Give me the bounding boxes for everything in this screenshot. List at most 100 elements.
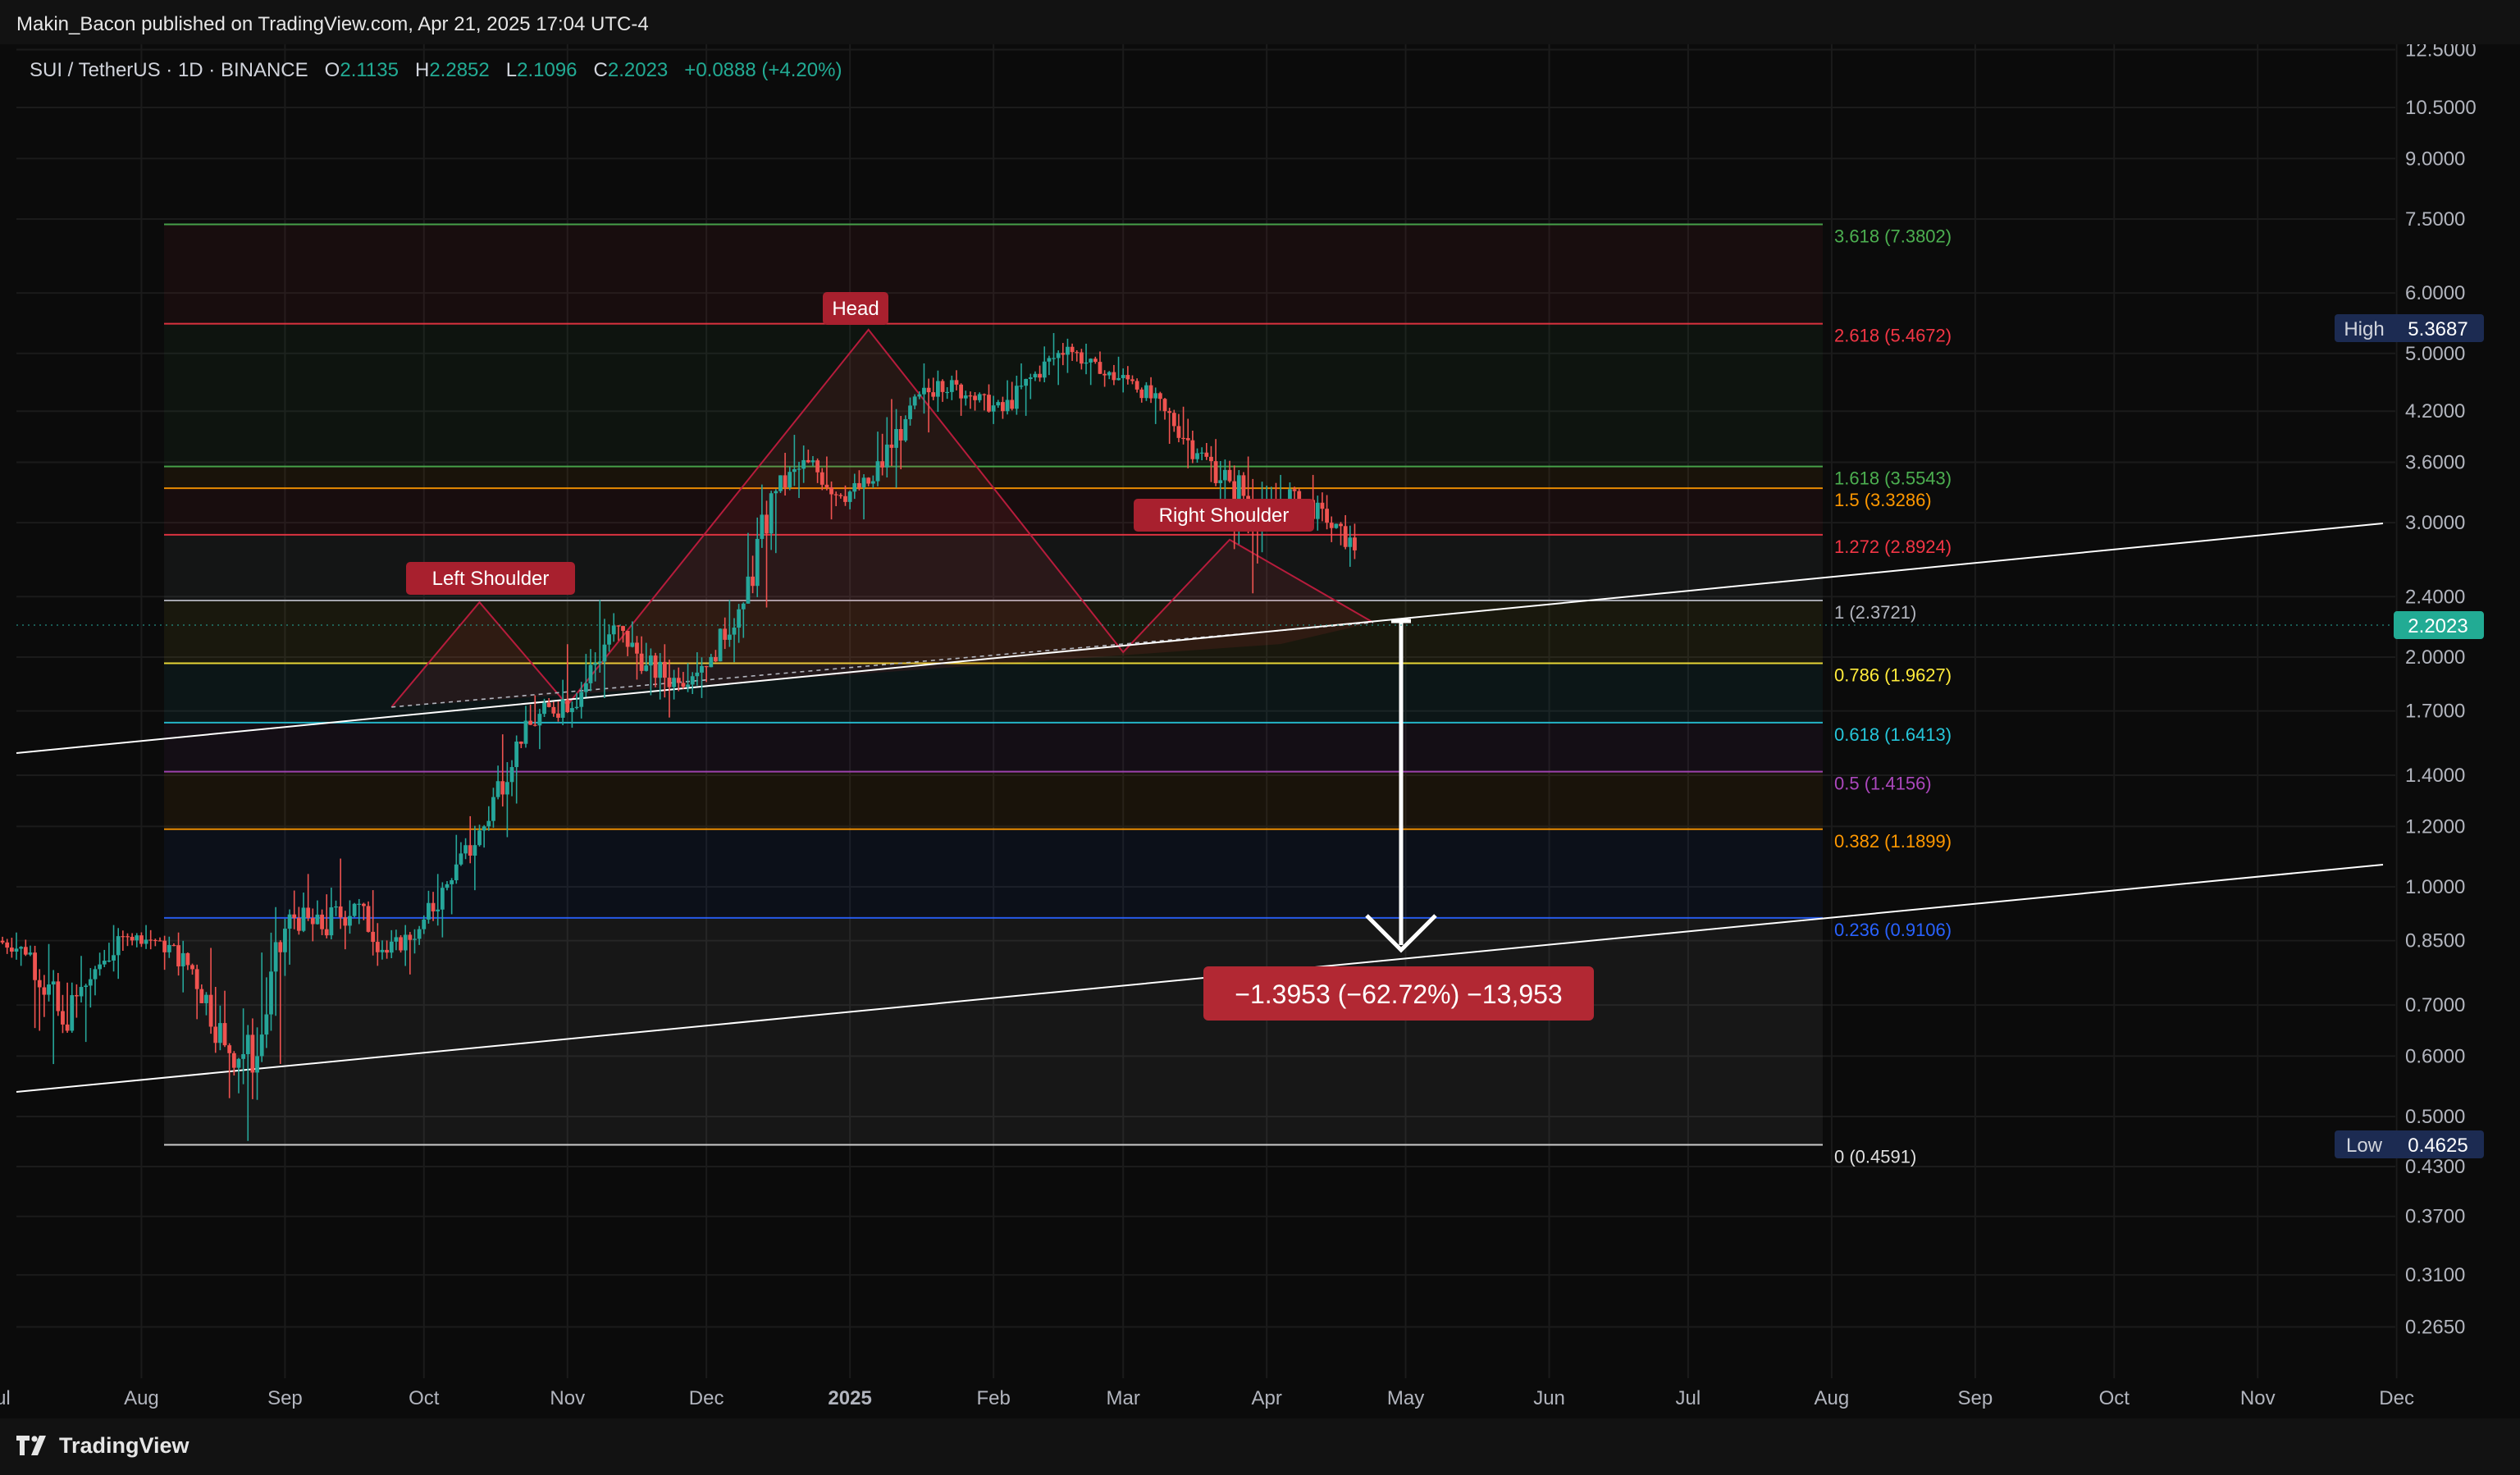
candle-body bbox=[495, 781, 500, 797]
fib-level-label: 1.5 (3.3286) bbox=[1834, 490, 1932, 510]
price-tick-label: 6.0000 bbox=[2405, 282, 2465, 304]
candle-body bbox=[5, 942, 10, 948]
chart-area[interactable]: −1.3953 (−62.72%) −13,953 12.5000 10.5000… bbox=[0, 44, 2520, 1418]
price-tick-label: 4.2000 bbox=[2405, 400, 2465, 422]
candle-body bbox=[427, 902, 431, 920]
symbol-legend[interactable]: SUI / TetherUS · 1D · BINANCE O2.1135 H2… bbox=[30, 59, 842, 82]
candle-body bbox=[908, 405, 912, 419]
candle-body bbox=[348, 916, 352, 926]
candle-body bbox=[250, 1034, 255, 1073]
candle-body bbox=[269, 971, 273, 1015]
candle-body bbox=[1343, 526, 1348, 547]
candle-body bbox=[690, 676, 695, 685]
time-tick-label: Nov bbox=[550, 1387, 585, 1409]
candle-body bbox=[630, 642, 635, 647]
candle-body bbox=[98, 964, 103, 970]
candle-body bbox=[870, 481, 875, 484]
candle-body bbox=[765, 514, 769, 534]
candle-body bbox=[861, 477, 866, 488]
current-price-text: 2.2023 bbox=[2408, 615, 2468, 637]
candle-body bbox=[167, 944, 171, 952]
candle-body bbox=[593, 663, 598, 665]
price-tick-label: 2.4000 bbox=[2405, 586, 2465, 608]
candle-body bbox=[477, 830, 482, 846]
candle-body bbox=[635, 642, 639, 654]
high-value: 2.2852 bbox=[429, 59, 490, 81]
candle-body bbox=[217, 1023, 222, 1043]
candle-body bbox=[1181, 437, 1185, 440]
low-label: L bbox=[505, 59, 518, 81]
time-tick-label: Oct bbox=[2099, 1387, 2130, 1409]
candle-body bbox=[51, 981, 56, 985]
candle-body bbox=[366, 906, 371, 932]
change-value: +0.0888 (+4.20%) bbox=[684, 59, 842, 81]
candle-body bbox=[667, 678, 672, 687]
price-tick-label: 0.8500 bbox=[2405, 930, 2465, 952]
candle-body bbox=[264, 1014, 269, 1035]
time-tick-label: Jul bbox=[0, 1387, 11, 1409]
candle-body bbox=[857, 482, 861, 488]
candle-body bbox=[227, 1045, 232, 1053]
candle-body bbox=[509, 767, 514, 783]
high-badge-value: 5.3687 bbox=[2408, 318, 2468, 340]
candle-body bbox=[1116, 377, 1121, 381]
price-tick-label: 3.0000 bbox=[2405, 512, 2465, 534]
candle-body bbox=[662, 661, 667, 678]
candle-body bbox=[602, 644, 607, 662]
candle-body bbox=[413, 938, 417, 940]
candle-body bbox=[320, 914, 324, 929]
candle-body bbox=[755, 538, 760, 587]
candle-body bbox=[949, 380, 954, 392]
fib-zone bbox=[164, 466, 1823, 489]
candle-body bbox=[704, 665, 709, 668]
candle-body bbox=[102, 961, 107, 965]
low-badge-label: Low bbox=[2346, 1135, 2383, 1157]
candle-body bbox=[431, 902, 436, 911]
candle-body bbox=[504, 782, 509, 795]
candle-body bbox=[982, 394, 987, 395]
candle-body bbox=[532, 724, 537, 726]
candle-body bbox=[88, 979, 93, 986]
candle-body bbox=[1176, 426, 1181, 438]
time-tick-label: Dec bbox=[2379, 1387, 2414, 1409]
time-tick-label: Aug bbox=[124, 1387, 159, 1409]
candle-body bbox=[79, 987, 84, 997]
candle-body bbox=[37, 980, 42, 988]
candle-body bbox=[1098, 362, 1102, 374]
candle-body bbox=[801, 459, 806, 469]
candle-body bbox=[819, 472, 824, 485]
candle-body bbox=[783, 475, 788, 488]
candle-body bbox=[954, 380, 959, 385]
candle-body bbox=[1061, 353, 1066, 355]
candle-body bbox=[213, 1026, 218, 1043]
time-tick-label: Sep bbox=[267, 1387, 303, 1409]
symbol-name[interactable]: SUI / TetherUS · 1D · BINANCE bbox=[30, 59, 308, 81]
candle-body bbox=[162, 940, 167, 952]
candle-body bbox=[310, 918, 315, 925]
candle-body bbox=[371, 931, 376, 943]
candle-body bbox=[306, 907, 311, 919]
candle-body bbox=[1001, 402, 1005, 412]
tradingview-logo[interactable]: TradingView bbox=[16, 1433, 189, 1459]
candle-body bbox=[121, 936, 126, 938]
candle-body bbox=[611, 625, 616, 635]
candle-body bbox=[880, 461, 885, 468]
candle-body bbox=[1066, 346, 1070, 355]
candle-body bbox=[556, 713, 560, 718]
tradingview-brand: TradingView bbox=[59, 1433, 189, 1458]
candle-body bbox=[482, 826, 486, 831]
price-chart[interactable]: −1.3953 (−62.72%) −13,953 12.5000 10.5000… bbox=[0, 44, 2520, 1418]
candle-body bbox=[778, 475, 783, 491]
candle-body bbox=[917, 394, 922, 397]
candle-body bbox=[1320, 502, 1325, 509]
candle-body bbox=[963, 395, 968, 399]
price-tick-label: 0.4300 bbox=[2405, 1156, 2465, 1178]
candle-body bbox=[255, 1056, 259, 1073]
candle-body bbox=[1218, 480, 1223, 483]
candle-body bbox=[1292, 489, 1297, 491]
candle-body bbox=[315, 914, 320, 925]
candle-body bbox=[709, 656, 714, 668]
candle-body bbox=[245, 1034, 250, 1055]
candle-body bbox=[28, 952, 33, 955]
candle-body bbox=[922, 387, 926, 395]
